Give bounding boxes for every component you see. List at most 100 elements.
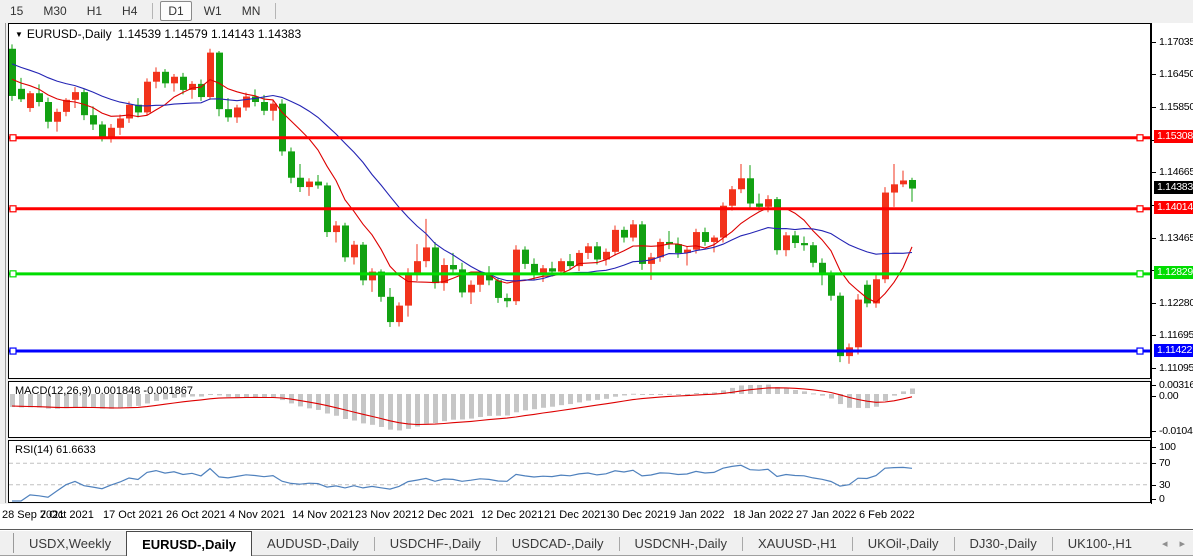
rsi-panel[interactable]: RSI(14) 61.6633 xyxy=(8,440,1151,503)
chart-tab-uk100-h1[interactable]: UK100-,H1 xyxy=(1053,533,1147,555)
macd-histogram-bar xyxy=(334,394,339,416)
candle-body xyxy=(54,112,61,122)
price-tick-tick xyxy=(1152,335,1156,336)
hline-handle[interactable] xyxy=(10,135,16,141)
timeframe-button-d1[interactable]: D1 xyxy=(160,1,191,21)
macd-histogram-bar xyxy=(325,394,330,414)
rsi-label: RSI(14) 61.6633 xyxy=(15,444,96,456)
hline-handle[interactable] xyxy=(10,271,16,277)
candle-body xyxy=(495,280,502,298)
candle-body xyxy=(747,178,754,203)
hline-handle[interactable] xyxy=(10,348,16,354)
candle-body xyxy=(612,230,619,252)
candle-body xyxy=(702,232,709,242)
macd-histogram-bar xyxy=(541,394,546,408)
chart-tab-usdcad-daily[interactable]: USDCAD-,Daily xyxy=(497,533,619,555)
timeframe-button-h1[interactable]: H1 xyxy=(79,1,110,21)
timeframe-button-w1[interactable]: W1 xyxy=(196,1,230,21)
candle-body xyxy=(180,77,187,90)
macd-histogram-bar xyxy=(352,394,357,421)
candle-body xyxy=(306,182,313,187)
price-tick-label: 1.11695 xyxy=(1159,329,1193,341)
candle-body xyxy=(558,261,565,271)
chart-tab-usdcnh-daily[interactable]: USDCNH-,Daily xyxy=(620,533,742,555)
macd-histogram-bar xyxy=(343,394,348,419)
chart-tab-dj30-daily[interactable]: DJ30-,Daily xyxy=(955,533,1052,555)
candle-body xyxy=(99,124,106,137)
macd-tick-label: -0.01043 xyxy=(1159,425,1193,437)
hline-handle[interactable] xyxy=(10,206,16,212)
macd-histogram-bar xyxy=(874,394,879,407)
hline-handle[interactable] xyxy=(1137,271,1143,277)
macd-histogram-bar xyxy=(892,394,897,396)
macd-histogram-bar xyxy=(505,394,510,415)
price-chart-panel[interactable]: ▼EURUSD-,Daily1.14539 1.14579 1.14143 1.… xyxy=(8,23,1151,379)
candle-body xyxy=(216,53,223,110)
macd-histogram-bar xyxy=(397,394,402,430)
tab-scroll-stub[interactable] xyxy=(0,533,14,553)
tab-nav: ◂▸ xyxy=(1162,531,1193,556)
macd-tick-tick xyxy=(1152,431,1156,432)
candle-body xyxy=(675,244,682,253)
macd-histogram-bar xyxy=(685,394,690,395)
current-price-badge: 1.14383 xyxy=(1154,181,1193,194)
rsi-tick-label: 70 xyxy=(1159,457,1170,469)
hline-handle[interactable] xyxy=(1137,348,1143,354)
candle-body xyxy=(801,243,808,245)
chart-tab-audusd-daily[interactable]: AUDUSD-,Daily xyxy=(252,533,374,555)
candle-body xyxy=(783,235,790,250)
timeframe-button-15[interactable]: 15 xyxy=(2,1,31,21)
macd-histogram-bar xyxy=(550,394,555,407)
candle-body xyxy=(405,273,412,306)
rsi-line xyxy=(12,465,912,501)
macd-histogram-bar xyxy=(730,388,735,394)
trading-terminal-window: 15M30H1H4 D1W1MN ▼EURUSD-,Daily1.14539 1.… xyxy=(0,0,1193,556)
hline-handle[interactable] xyxy=(1137,206,1143,212)
chart-tab-usdx-weekly[interactable]: USDX,Weekly xyxy=(14,533,126,555)
price-chart-canvas[interactable] xyxy=(9,24,1150,378)
price-tick-tick xyxy=(1152,42,1156,43)
macd-histogram-bar xyxy=(649,394,654,395)
hline-handle[interactable] xyxy=(1137,135,1143,141)
candle-body xyxy=(882,193,889,280)
rsi-tick-tick xyxy=(1152,485,1156,486)
symbol-dropdown-icon: ▼ xyxy=(15,30,23,39)
candle-body xyxy=(909,180,916,189)
macd-histogram-bar xyxy=(226,394,231,397)
date-label: 17 Oct 2021 xyxy=(103,509,163,521)
macd-histogram-bar xyxy=(316,394,321,410)
chart-tab-eurusd-daily[interactable]: EURUSD-,Daily xyxy=(126,531,252,556)
chart-tab-ukoil-daily[interactable]: UKOil-,Daily xyxy=(853,533,954,555)
date-label: 14 Nov 2021 xyxy=(292,509,354,521)
rsi-canvas[interactable] xyxy=(9,441,1150,502)
candle-body xyxy=(18,89,25,99)
macd-histogram-bar xyxy=(442,394,447,421)
macd-panel[interactable]: MACD(12,26,9) 0.001848 -0.001867 xyxy=(8,381,1151,438)
candle-body xyxy=(225,109,232,117)
candle-body xyxy=(657,242,664,257)
candle-body xyxy=(891,184,898,192)
price-tick-label: 1.13465 xyxy=(1159,232,1193,244)
macd-histogram-bar xyxy=(811,393,816,394)
candle-body xyxy=(432,247,439,283)
candle-body xyxy=(855,300,862,348)
timeframe-button-mn[interactable]: MN xyxy=(234,1,269,21)
price-tick-label: 1.16450 xyxy=(1159,68,1193,80)
macd-histogram-bar xyxy=(577,394,582,402)
macd-histogram-bar xyxy=(901,391,906,394)
macd-histogram-bar xyxy=(478,394,483,417)
candle-body xyxy=(468,285,475,293)
chart-tab-usdchf-daily[interactable]: USDCHF-,Daily xyxy=(375,533,496,555)
candle-body xyxy=(45,102,52,122)
tab-scroll-right-icon[interactable]: ▸ xyxy=(1179,537,1185,550)
candle-body xyxy=(513,250,520,302)
timeframe-button-m30[interactable]: M30 xyxy=(35,1,74,21)
timeframe-button-h4[interactable]: H4 xyxy=(114,1,145,21)
chart-tab-xauusd-h1[interactable]: XAUUSD-,H1 xyxy=(743,533,852,555)
tab-scroll-left-icon[interactable]: ◂ xyxy=(1162,537,1168,550)
candle-body xyxy=(864,285,871,304)
rsi-tick-label: 100 xyxy=(1159,441,1176,453)
macd-histogram-bar xyxy=(784,388,789,394)
time-axis[interactable]: 28 Sep 20217 Oct 202117 Oct 202126 Oct 2… xyxy=(0,504,1193,529)
candle-body xyxy=(396,306,403,322)
